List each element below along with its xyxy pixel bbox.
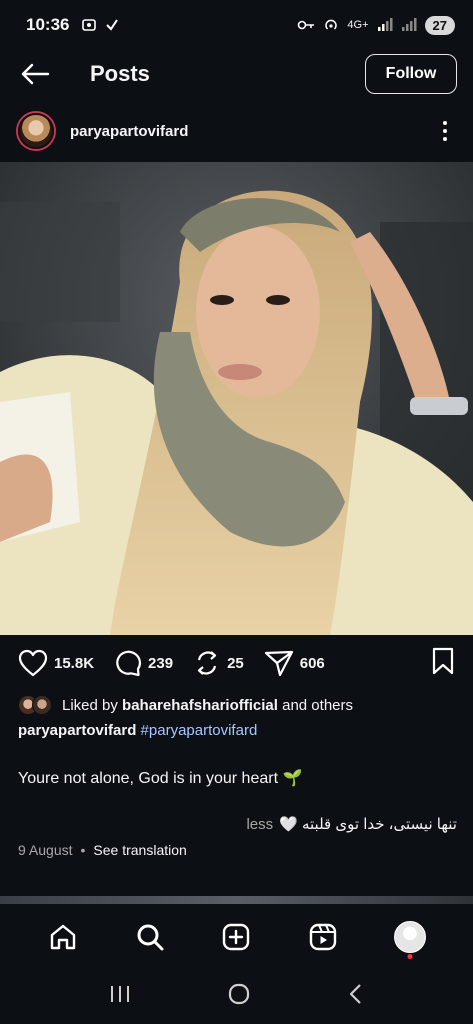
profile-icon	[393, 921, 426, 953]
liked-by-prefix: Liked by	[62, 696, 118, 714]
page-title: Posts	[90, 61, 150, 86]
send-icon	[264, 650, 293, 677]
less-link[interactable]: less	[246, 816, 273, 833]
recent-apps-icon	[110, 985, 129, 1002]
status-bar: 10:36 4G+ 27	[0, 0, 473, 50]
caption-persian: تنها نیستی، خدا توی قلبته 🤍	[279, 816, 457, 833]
comment-button[interactable]: 239	[114, 649, 173, 677]
author-username[interactable]: paryapartovifard	[70, 123, 188, 140]
caption-username[interactable]: paryapartovifard	[18, 722, 136, 739]
network-type: 4G+	[347, 19, 369, 31]
follow-button[interactable]: Follow	[365, 54, 457, 94]
comment-count: 239	[148, 654, 174, 672]
separator-dot: •	[80, 842, 86, 858]
system-nav-bar	[0, 968, 473, 1024]
like-count: 15.8K	[54, 654, 95, 672]
nav-search[interactable]	[128, 915, 172, 959]
caption-text: Youre not alone, God is in your heart 🌱	[18, 770, 303, 787]
battery-level: 27	[424, 15, 455, 35]
see-translation-link[interactable]: See translation	[93, 842, 186, 858]
author-avatar[interactable]	[18, 113, 54, 149]
status-left-icons	[81, 17, 119, 33]
share-count: 606	[299, 654, 325, 672]
screen-record-icon	[82, 19, 97, 31]
notification-dot	[407, 954, 413, 959]
chevron-left-icon	[349, 983, 361, 1004]
status-right: 4G+ 27	[297, 15, 455, 35]
like-button[interactable]: 15.8K	[18, 649, 94, 677]
post-actions: 15.8K 239 25 606	[0, 642, 473, 684]
repost-icon	[197, 651, 217, 675]
nav-create[interactable]	[214, 915, 258, 959]
more-vertical-icon	[443, 121, 447, 125]
check-icon	[106, 19, 119, 31]
nav-reels[interactable]	[301, 915, 345, 959]
post-meta: 9 August • See translation	[18, 842, 187, 858]
heart-icon	[18, 649, 48, 677]
caption-hashtag[interactable]: #paryapartovifard	[141, 722, 258, 739]
create-icon	[223, 923, 250, 951]
recent-apps-button[interactable]	[108, 983, 132, 1010]
next-post-preview	[0, 896, 473, 904]
home-system-button[interactable]	[227, 982, 251, 1011]
hotspot-icon	[325, 19, 338, 30]
liker-avatars	[18, 695, 52, 715]
bookmark-icon	[432, 647, 454, 674]
liked-by-suffix: and others	[282, 696, 353, 714]
liked-by-row[interactable]: Liked by baharehafshariofficial and othe…	[0, 692, 473, 718]
key-icon	[298, 20, 315, 30]
bottom-nav	[0, 906, 473, 968]
back-arrow-icon	[21, 63, 50, 85]
liked-by-user[interactable]: baharehafshariofficial	[122, 697, 278, 714]
repost-button[interactable]: 25	[193, 649, 244, 677]
signal-icon	[377, 18, 393, 31]
header: Posts Follow	[0, 50, 473, 98]
search-icon	[137, 924, 164, 951]
repost-count: 25	[227, 654, 244, 672]
more-options-button[interactable]	[435, 116, 455, 146]
post-date: 9 August	[18, 842, 73, 858]
back-system-button[interactable]	[346, 982, 366, 1011]
liker-avatar	[32, 695, 52, 715]
back-button[interactable]	[18, 57, 52, 91]
post-author-row: paryapartovifard	[0, 108, 473, 154]
share-button[interactable]: 606	[264, 649, 325, 677]
caption-persian-row: تنها نیستی، خدا توی قلبته 🤍 less	[246, 815, 457, 834]
status-time: 10:36	[26, 15, 70, 34]
post-image	[0, 162, 473, 635]
caption-header: paryapartovifard #paryapartovifard	[18, 722, 257, 739]
save-button[interactable]	[431, 647, 455, 680]
signal-2-icon	[401, 18, 417, 31]
nav-profile[interactable]	[388, 915, 432, 959]
home-circle-icon	[228, 983, 249, 1004]
reels-icon	[309, 923, 337, 951]
home-icon	[51, 924, 76, 950]
comment-icon	[116, 650, 142, 677]
post-photo[interactable]	[0, 162, 473, 635]
nav-home[interactable]	[41, 915, 85, 959]
